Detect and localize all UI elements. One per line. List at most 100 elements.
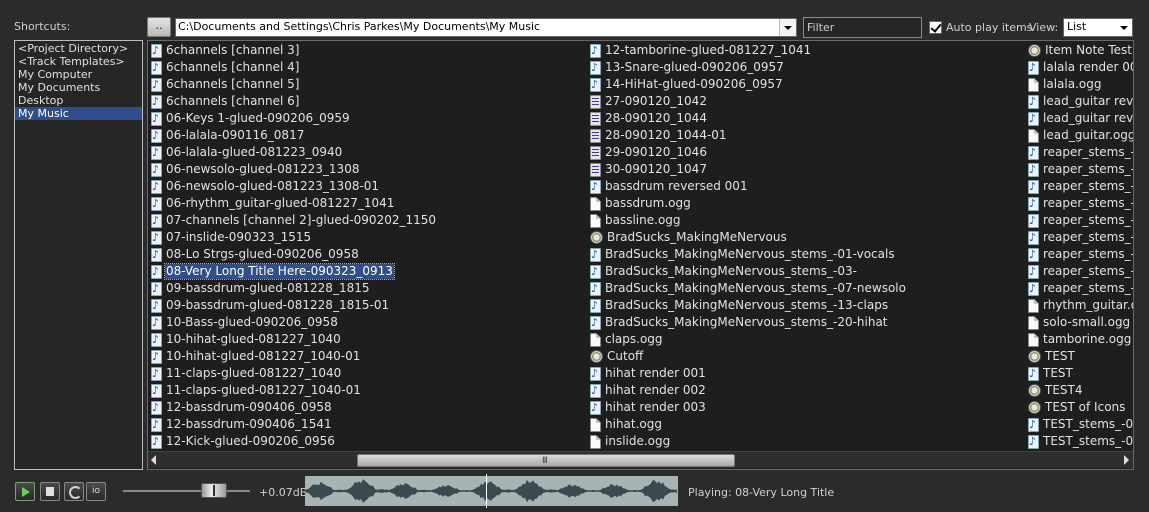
- shortcut-item[interactable]: My Documents: [15, 81, 142, 94]
- file-list-item[interactable]: 08-Lo Strgs-glued-090206_0958: [151, 246, 360, 263]
- file-list-item[interactable]: TEST: [1028, 365, 1074, 382]
- horizontal-scrollbar[interactable]: III: [148, 451, 1133, 468]
- file-list-item[interactable]: tamborine.ogg: [1028, 331, 1132, 348]
- file-list-item[interactable]: Cutoff: [590, 348, 644, 365]
- file-list-item[interactable]: 6channels [channel 5]: [151, 76, 300, 93]
- file-list-item[interactable]: lead_guitar rever: [1028, 110, 1133, 127]
- file-list-item[interactable]: hihat render 002: [590, 382, 707, 399]
- file-list-item[interactable]: 13-Snare-glued-090206_0957: [590, 59, 785, 76]
- file-list-item[interactable]: 10-Bass-glued-090206_0958: [151, 314, 339, 331]
- scrollbar-thumb[interactable]: III: [357, 454, 735, 467]
- file-list-item[interactable]: 12-bassdrum-090406_0958: [151, 399, 333, 416]
- view-select[interactable]: List: [1063, 18, 1133, 37]
- file-list-item[interactable]: reaper_stems_-01: [1028, 195, 1133, 212]
- parent-folder-button[interactable]: ..: [147, 17, 171, 37]
- file-list-item[interactable]: 12-Kick-glued-090206_0956: [151, 433, 336, 450]
- file-list-item[interactable]: 11-claps-glued-081227_1040: [151, 365, 342, 382]
- file-list-item[interactable]: 06-rhythm_guitar-glued-081227_1041: [151, 195, 395, 212]
- file-list-item[interactable]: 29-090120_1046: [590, 144, 708, 161]
- file-list-item[interactable]: bassline.ogg: [590, 212, 682, 229]
- file-list-item[interactable]: lalala.ogg: [1028, 76, 1102, 93]
- file-list-item[interactable]: hihat render 001: [590, 365, 707, 382]
- shortcut-item[interactable]: <Project Directory>: [15, 42, 142, 55]
- file-list-item[interactable]: reaper_stems_-01: [1028, 212, 1133, 229]
- file-list-item[interactable]: BradSucks_MakingMeNervous_stems_-03-: [590, 263, 858, 280]
- scroll-right-arrow-icon[interactable]: [1124, 455, 1129, 465]
- file-list-item[interactable]: BradSucks_MakingMeNervous_stems_-13-clap…: [590, 297, 889, 314]
- file-list-item[interactable]: TEST of Icons: [1028, 399, 1126, 416]
- file-list-item[interactable]: 06-newsolo-glued-081223_1308: [151, 161, 360, 178]
- volume-slider-knob[interactable]: [201, 483, 227, 498]
- file-list-item[interactable]: 08-Very Long Title Here-090323_0913: [151, 263, 395, 280]
- file-list-item[interactable]: 07-inslide-090323_1515: [151, 229, 312, 246]
- file-list-item[interactable]: TEST: [1028, 348, 1076, 365]
- view-select-value[interactable]: List: [1067, 20, 1086, 33]
- file-list-item[interactable]: 06-newsolo-glued-081223_1308-01: [151, 178, 380, 195]
- waveform-preview[interactable]: [305, 476, 678, 506]
- file-list-item[interactable]: hihat render 003: [590, 399, 707, 416]
- file-list-item[interactable]: TEST_stems_-02-: [1028, 416, 1133, 433]
- file-list-item[interactable]: 28-090120_1044-01: [590, 127, 728, 144]
- play-button[interactable]: [15, 482, 35, 501]
- file-list-item[interactable]: rhythm_guitar.og: [1028, 297, 1133, 314]
- filter-input[interactable]: [803, 17, 922, 38]
- file-list-item[interactable]: reaper_stems_-01: [1028, 161, 1133, 178]
- io-button[interactable]: io: [86, 482, 106, 501]
- file-list-item[interactable]: reaper_stems_-01: [1028, 178, 1133, 195]
- file-list-item[interactable]: 09-bassdrum-glued-081228_1815-01: [151, 297, 390, 314]
- file-list-item[interactable]: 6channels [channel 4]: [151, 59, 300, 76]
- repeat-button[interactable]: [64, 482, 84, 501]
- file-list-item[interactable]: 09-bassdrum-glued-081228_1815: [151, 280, 370, 297]
- file-list-item[interactable]: 11-claps-glued-081227_1040-01: [151, 382, 362, 399]
- file-list-item[interactable]: bassdrum.ogg: [590, 195, 692, 212]
- stop-button[interactable]: [40, 482, 60, 501]
- file-list-item[interactable]: 10-hihat-glued-081227_1040: [151, 331, 342, 348]
- file-list-item[interactable]: lalala render 001: [1028, 59, 1133, 76]
- file-list-item[interactable]: inslide.ogg: [590, 433, 671, 450]
- shortcut-item[interactable]: <Track Templates>: [15, 55, 142, 68]
- file-list-item[interactable]: 6channels [channel 6]: [151, 93, 300, 110]
- file-list-item[interactable]: 07-channels [channel 2]-glued-090202_115…: [151, 212, 437, 229]
- file-list-item[interactable]: 6channels [channel 3]: [151, 42, 300, 59]
- file-list[interactable]: 6channels [channel 3] 6channels [channel …: [147, 40, 1134, 470]
- file-list-item[interactable]: lead_guitar.ogg: [1028, 127, 1133, 144]
- file-list-item[interactable]: hihat.ogg: [590, 416, 663, 433]
- file-list-item[interactable]: TEST4: [1028, 382, 1084, 399]
- file-list-item[interactable]: reaper_stems_-01: [1028, 246, 1133, 263]
- chevron-down-icon[interactable]: [779, 19, 796, 36]
- file-list-item[interactable]: 28-090120_1044: [590, 110, 708, 127]
- file-list-item[interactable]: BradSucks_MakingMeNervous: [590, 229, 788, 246]
- auto-play-label[interactable]: Auto play items: [946, 21, 1032, 34]
- file-list-item[interactable]: BradSucks_MakingMeNervous_stems_-07-news…: [590, 280, 907, 297]
- auto-play-checkbox[interactable]: [929, 21, 942, 34]
- scroll-left-arrow-icon[interactable]: [151, 455, 156, 465]
- file-list-item[interactable]: claps.ogg: [590, 331, 664, 348]
- volume-slider-track[interactable]: [123, 490, 250, 492]
- file-list-item[interactable]: 14-HiHat-glued-090206_0957: [590, 76, 784, 93]
- file-list-item[interactable]: solo-small.ogg: [1028, 314, 1131, 331]
- file-list-item[interactable]: reaper_stems_-02: [1028, 280, 1133, 297]
- chevron-down-icon[interactable]: [1116, 19, 1132, 36]
- file-list-item[interactable]: bassdrum reversed 001: [590, 178, 749, 195]
- file-list-item[interactable]: 06-lalala-090116_0817: [151, 127, 305, 144]
- file-list-item[interactable]: 06-lalala-glued-081223_0940: [151, 144, 343, 161]
- file-list-item[interactable]: 27-090120_1042: [590, 93, 708, 110]
- file-list-item[interactable]: reaper_stems_-01: [1028, 144, 1133, 161]
- file-list-item[interactable]: reaper_stems_-01: [1028, 229, 1133, 246]
- file-list-item[interactable]: 12-bassdrum-090406_1541: [151, 416, 333, 433]
- file-list-item[interactable]: lead_guitar rever: [1028, 93, 1133, 110]
- file-list-item[interactable]: 12-tamborine-glued-081227_1041: [590, 42, 812, 59]
- file-list-item[interactable]: 06-Keys 1-glued-090206_0959: [151, 110, 351, 127]
- path-combobox[interactable]: C:\Documents and Settings\Chris Parkes\M…: [175, 18, 797, 37]
- file-list-item[interactable]: Item Note Test: [1028, 42, 1133, 59]
- shortcut-item[interactable]: Desktop: [15, 94, 142, 107]
- shortcut-item[interactable]: My Music: [15, 107, 142, 120]
- file-list-item[interactable]: BradSucks_MakingMeNervous_stems_-01-voca…: [590, 246, 896, 263]
- file-list-item[interactable]: BradSucks_MakingMeNervous_stems_-20-hiha…: [590, 314, 889, 331]
- file-list-item[interactable]: TEST_stems_-03-: [1028, 433, 1133, 450]
- path-text[interactable]: C:\Documents and Settings\Chris Parkes\M…: [178, 20, 540, 33]
- file-list-item[interactable]: reaper_stems_-02: [1028, 263, 1133, 280]
- file-list-item[interactable]: 10-hihat-glued-081227_1040-01: [151, 348, 361, 365]
- shortcuts-list[interactable]: <Project Directory> <Track Templates> My C…: [14, 40, 143, 470]
- shortcut-item[interactable]: My Computer: [15, 68, 142, 81]
